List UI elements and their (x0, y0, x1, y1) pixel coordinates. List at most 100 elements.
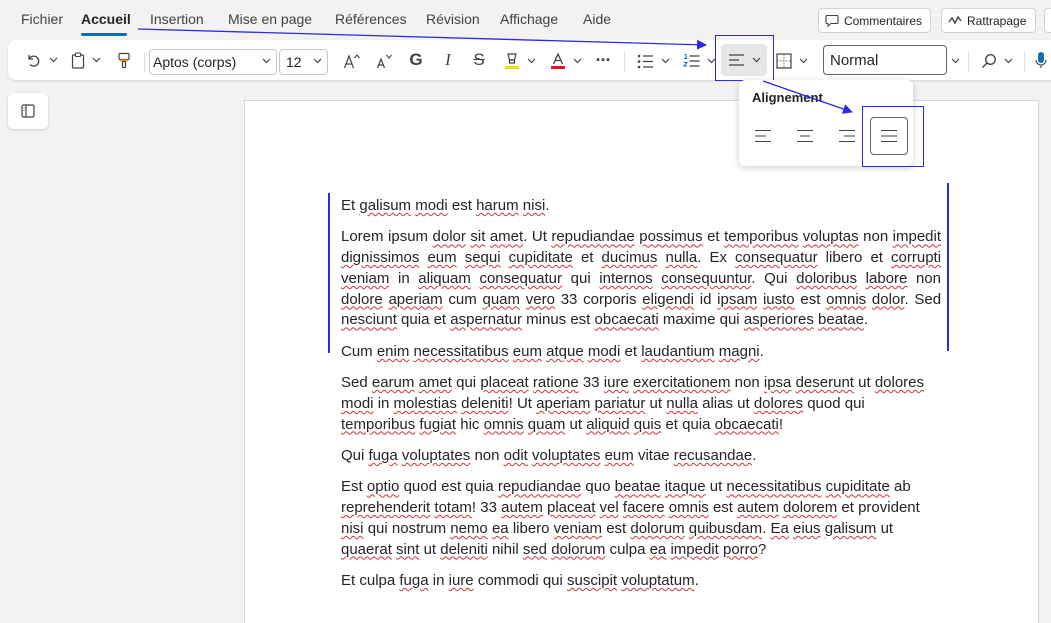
misspelled-word[interactable]: impedit (893, 228, 941, 245)
misspelled-word[interactable]: dolor (433, 228, 466, 245)
misspelled-word[interactable]: temporibus (341, 416, 415, 433)
misspelled-word[interactable]: cupiditate (509, 249, 573, 266)
misspelled-word[interactable]: possimus (639, 228, 702, 245)
misspelled-word[interactable]: nisi (523, 197, 546, 214)
misspelled-word[interactable]: quam (483, 291, 521, 308)
misspelled-word[interactable]: itaque (665, 478, 706, 495)
misspelled-word[interactable]: nulla (665, 249, 697, 266)
menu-home[interactable]: Accueil (81, 11, 131, 27)
misspelled-word[interactable]: quaerat (341, 541, 392, 558)
misspelled-word[interactable]: ipsa (764, 374, 792, 391)
misspelled-word[interactable]: necessitatibus (414, 343, 509, 360)
misspelled-word[interactable]: ea (650, 541, 667, 558)
navigation-pane-button[interactable] (8, 93, 48, 129)
align-right-option[interactable] (829, 118, 865, 154)
misspelled-word[interactable]: molestias (394, 395, 457, 412)
misspelled-word[interactable]: omnis (669, 499, 709, 516)
misspelled-word[interactable]: nisi (341, 520, 364, 537)
misspelled-word[interactable]: aliquam (418, 270, 471, 287)
misspelled-word[interactable]: nemo (450, 520, 488, 537)
dictate-button[interactable] (1032, 49, 1050, 71)
misspelled-word[interactable]: beatae (615, 478, 661, 495)
misspelled-word[interactable]: amet (490, 228, 523, 245)
catchup-button[interactable]: Rattrapage (941, 8, 1036, 33)
misspelled-word[interactable]: amet (419, 374, 452, 391)
misspelled-word[interactable]: deserunt (796, 374, 854, 391)
misspelled-word[interactable]: iure (449, 572, 474, 589)
misspelled-word[interactable]: vero (526, 291, 555, 308)
misspelled-word[interactable]: eius (793, 520, 821, 537)
misspelled-word[interactable]: facere (623, 499, 665, 516)
misspelled-word[interactable]: modi (341, 395, 374, 412)
align-center-option[interactable] (787, 118, 823, 154)
misspelled-word[interactable]: voluptas (803, 228, 859, 245)
misspelled-word[interactable]: omnis (484, 416, 524, 433)
overflow-button[interactable] (1044, 8, 1051, 33)
style-combo[interactable]: Normal (823, 45, 947, 75)
misspelled-word[interactable]: temporibus (724, 228, 798, 245)
misspelled-word[interactable]: voluptates (532, 447, 600, 464)
misspelled-word[interactable]: deleniti (461, 395, 509, 412)
misspelled-word[interactable]: repudiandae (551, 228, 634, 245)
misspelled-word[interactable]: obcaecati (595, 311, 659, 328)
misspelled-word[interactable]: voluptatum (621, 572, 694, 589)
font-name-combo[interactable]: Aptos (corps) (149, 49, 277, 75)
align-left-option[interactable] (745, 118, 781, 154)
misspelled-word[interactable]: autem (501, 499, 543, 516)
misspelled-word[interactable]: aperiam (536, 395, 590, 412)
italic-button[interactable]: I (439, 49, 457, 71)
misspelled-word[interactable]: aperiam (388, 291, 442, 308)
misspelled-word[interactable]: placeat (547, 499, 595, 516)
misspelled-word[interactable]: internos (599, 270, 652, 287)
menu-file[interactable]: Fichier (21, 11, 63, 27)
misspelled-word[interactable]: dolore (341, 291, 383, 308)
misspelled-word[interactable]: earum (372, 374, 415, 391)
menu-view[interactable]: Affichage (500, 11, 558, 27)
misspelled-word[interactable]: corrupti (891, 249, 941, 266)
misspelled-word[interactable]: dolorem (783, 499, 837, 516)
misspelled-word[interactable]: galisum (825, 520, 877, 537)
misspelled-word[interactable]: dignissimos (341, 249, 419, 266)
misspelled-word[interactable]: iusto (763, 291, 795, 308)
misspelled-word[interactable]: necessitatibus (726, 478, 821, 495)
misspelled-word[interactable]: vel (600, 499, 619, 516)
numbering-button[interactable] (681, 50, 717, 72)
misspelled-word[interactable]: dolores (875, 374, 924, 391)
misspelled-word[interactable]: consequatur (735, 249, 818, 266)
comments-button[interactable]: Commentaires (818, 8, 931, 33)
misspelled-word[interactable]: omnis (826, 291, 866, 308)
misspelled-word[interactable]: reprehenderit (341, 499, 430, 516)
misspelled-word[interactable]: totam (434, 499, 472, 516)
misspelled-word[interactable]: cupiditate (826, 478, 890, 495)
misspelled-word[interactable]: modi (415, 197, 448, 214)
bullets-button[interactable] (635, 50, 671, 72)
menu-layout[interactable]: Mise en page (228, 11, 312, 27)
misspelled-word[interactable]: labore (866, 270, 908, 287)
misspelled-word[interactable]: repudiandae (498, 478, 581, 495)
misspelled-word[interactable]: exercitationem (633, 374, 731, 391)
misspelled-word[interactable]: eum (513, 343, 542, 360)
find-button[interactable] (978, 50, 1016, 72)
misspelled-word[interactable]: ratione (533, 374, 579, 391)
misspelled-word[interactable]: quis (634, 416, 662, 433)
misspelled-word[interactable]: fuga (369, 447, 398, 464)
misspelled-word[interactable]: dolor (872, 291, 905, 308)
misspelled-word[interactable]: veniam (341, 270, 389, 287)
misspelled-word[interactable]: eum (605, 447, 634, 464)
misspelled-word[interactable]: atque (546, 343, 584, 360)
misspelled-word[interactable]: aliquid (586, 416, 629, 433)
misspelled-word[interactable]: pariatur (595, 395, 646, 412)
misspelled-word[interactable]: recusandae (674, 447, 752, 464)
document-body[interactable]: Et galisum modi est harum nisi. Lorem ip… (341, 196, 941, 602)
misspelled-word[interactable]: dolorum (630, 520, 684, 537)
misspelled-word[interactable]: odit (504, 447, 528, 464)
misspelled-word[interactable]: autem (737, 499, 779, 516)
borders-button[interactable] (774, 50, 810, 72)
strikethrough-button[interactable]: S (470, 49, 488, 71)
misspelled-word[interactable]: iure (604, 374, 629, 391)
bold-button[interactable]: G (407, 49, 425, 71)
misspelled-word[interactable]: voluptates (402, 447, 470, 464)
misspelled-word[interactable]: aspernatur (450, 311, 522, 328)
misspelled-word[interactable]: sit (470, 228, 485, 245)
misspelled-word[interactable]: quibusdam (689, 520, 762, 537)
